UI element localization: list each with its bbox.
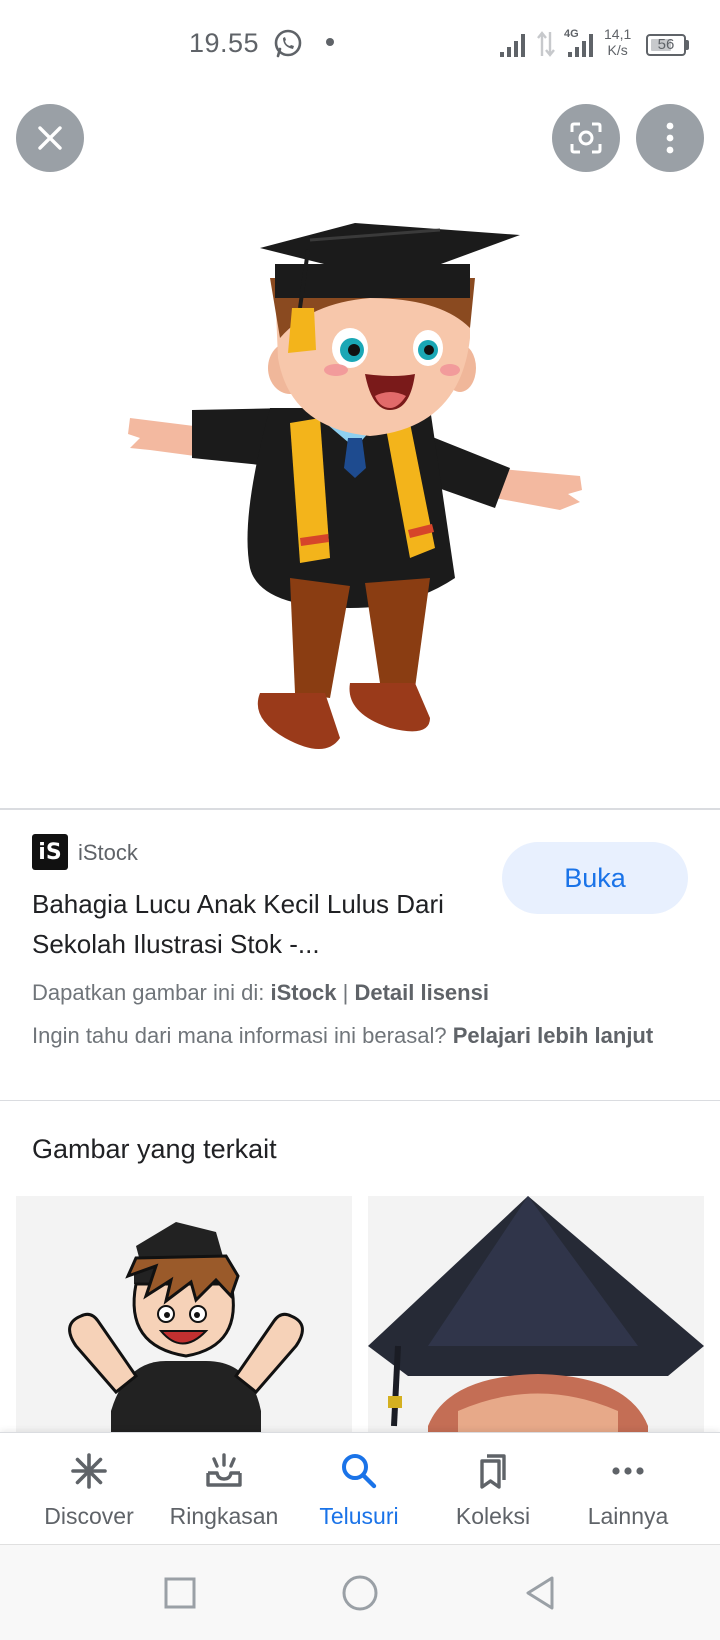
speed-value: 14,1 xyxy=(604,26,632,42)
license-separator: | xyxy=(336,980,355,1005)
result-title[interactable]: Bahagia Lucu Anak Kecil Lulus Dari Sekol… xyxy=(32,884,462,964)
nav-lainnya-label: Lainnya xyxy=(587,1503,669,1529)
search-icon xyxy=(342,1454,377,1489)
bottom-navigation: Discover Ringkasan Telusuri Koleksi Lain… xyxy=(0,1432,720,1544)
related-heading: Gambar yang terkait xyxy=(32,1134,277,1164)
google-lens-icon xyxy=(570,122,602,154)
more-vert-icon xyxy=(666,122,674,154)
nav-lainnya[interactable]: Lainnya xyxy=(561,1433,695,1545)
license-source-link[interactable]: iStock xyxy=(270,980,336,1005)
lens-button[interactable] xyxy=(552,104,620,172)
more-options-button[interactable] xyxy=(636,104,704,172)
signal-icon-2 xyxy=(568,34,593,57)
learn-more-link[interactable]: Pelajari lebih lanjut xyxy=(453,1023,654,1048)
close-icon xyxy=(38,126,62,150)
source-name: iStock xyxy=(78,840,138,865)
nav-telusuri[interactable]: Telusuri xyxy=(292,1433,426,1545)
network-speed: 14,1 K/s xyxy=(604,26,631,58)
istock-logo: iS xyxy=(32,834,68,870)
status-time: 19.55 xyxy=(189,28,260,58)
close-button[interactable] xyxy=(16,104,84,172)
status-bar: 19.55 4G 14,1 K/s 56 xyxy=(0,0,720,88)
nav-discover[interactable]: Discover xyxy=(22,1433,156,1545)
recent-apps-icon[interactable] xyxy=(160,1573,200,1613)
speed-unit: K/s xyxy=(607,42,628,58)
open-button[interactable]: Buka xyxy=(502,842,688,914)
whatsapp-icon xyxy=(274,29,302,58)
nav-ringkasan[interactable]: Ringkasan xyxy=(157,1433,291,1545)
signal-icon xyxy=(500,34,525,57)
nav-ringkasan-label: Ringkasan xyxy=(169,1503,279,1529)
related-thumbnail-boy xyxy=(68,1222,304,1436)
notification-dot xyxy=(326,38,334,46)
info-note: Ingin tahu dari mana informasi ini beras… xyxy=(32,1020,692,1052)
bookmarks-icon xyxy=(480,1454,506,1489)
data-transfer-icon xyxy=(537,31,555,57)
license-prefix: Dapatkan gambar ini di: xyxy=(32,980,271,1005)
nav-koleksi-label: Koleksi xyxy=(455,1503,531,1529)
image-viewer xyxy=(0,88,720,808)
inbox-sparkle-icon xyxy=(206,1453,242,1487)
graduation-boy-image[interactable] xyxy=(110,138,610,788)
nav-discover-label: Discover xyxy=(44,1503,134,1529)
related-image-1[interactable] xyxy=(16,1196,352,1436)
divider-2 xyxy=(0,1100,720,1101)
license-line: Dapatkan gambar ini di: iStock | Detail … xyxy=(32,980,489,1006)
battery-icon: 56 xyxy=(646,34,686,56)
license-detail-link[interactable]: Detail lisensi xyxy=(354,980,489,1005)
info-question: Ingin tahu dari mana informasi ini beras… xyxy=(32,1023,453,1048)
battery-percent: 56 xyxy=(657,36,675,53)
divider xyxy=(0,808,720,810)
more-horiz-icon xyxy=(612,1467,644,1475)
related-thumbnail-cap xyxy=(368,1196,704,1436)
nav-telusuri-label: Telusuri xyxy=(319,1503,399,1529)
related-image-2[interactable] xyxy=(368,1196,704,1436)
asterisk-icon xyxy=(71,1453,107,1489)
back-icon[interactable] xyxy=(520,1573,560,1613)
home-icon[interactable] xyxy=(340,1573,380,1613)
nav-koleksi[interactable]: Koleksi xyxy=(426,1433,560,1545)
battery-cap xyxy=(686,40,689,50)
system-navigation xyxy=(0,1544,720,1640)
